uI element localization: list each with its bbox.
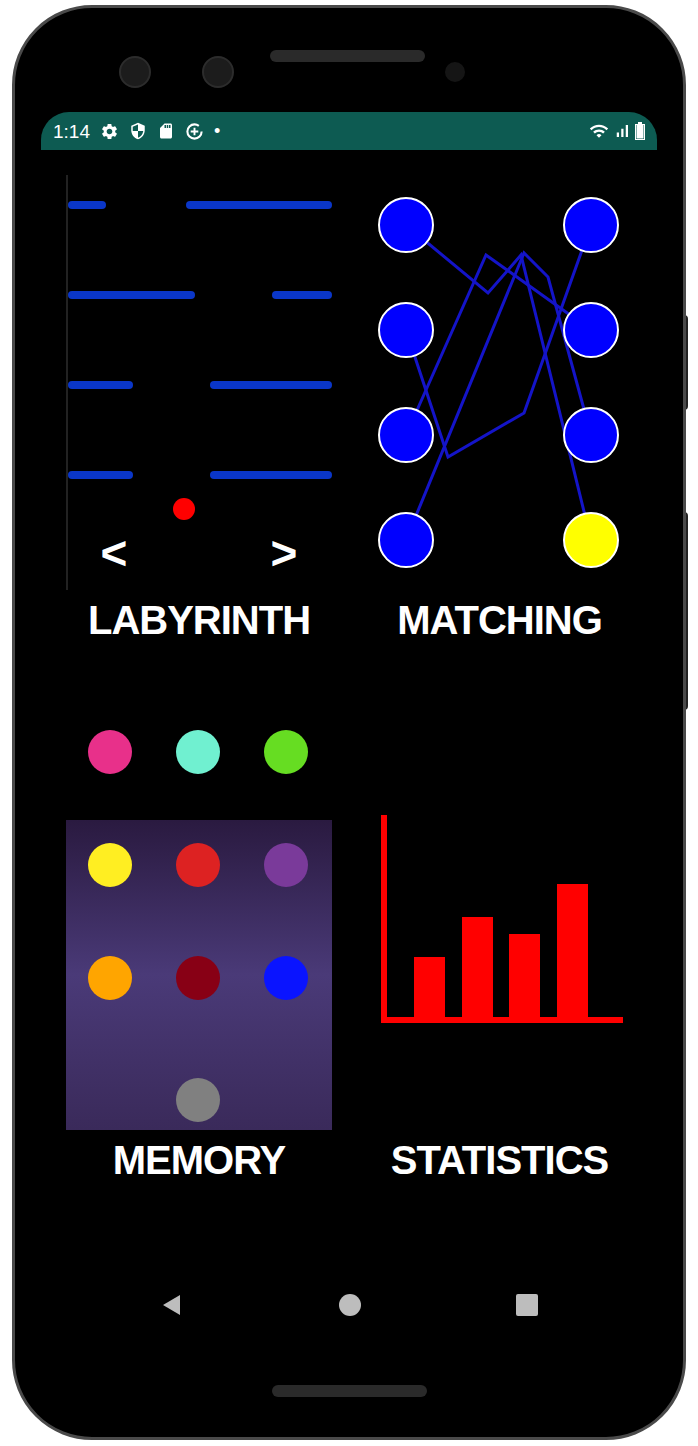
notification-dot: • bbox=[214, 122, 220, 140]
match-node[interactable] bbox=[564, 408, 618, 462]
tile-title: MEMORY bbox=[66, 1135, 332, 1185]
sd-card-icon bbox=[157, 122, 175, 140]
match-node[interactable] bbox=[379, 198, 433, 252]
match-node[interactable] bbox=[379, 513, 433, 567]
game-tile[interactable]: STATISTICS bbox=[376, 730, 657, 1185]
maze-wall bbox=[72, 381, 129, 389]
screen: 1:14•<>LABYRINTHMATCHINGMEMORYSTATISTICS bbox=[41, 112, 657, 1345]
maze-wall bbox=[72, 471, 129, 479]
home-icon[interactable] bbox=[339, 1294, 361, 1316]
game-tile[interactable]: <>LABYRINTH bbox=[66, 175, 351, 645]
chart-bar bbox=[414, 957, 445, 1017]
statistics-preview[interactable] bbox=[376, 730, 623, 1130]
chart-bar bbox=[557, 884, 588, 1017]
x-axis bbox=[381, 1017, 623, 1023]
match-line bbox=[406, 225, 591, 540]
maze-wall bbox=[190, 201, 328, 209]
memory-dot[interactable] bbox=[88, 843, 132, 887]
back-icon[interactable] bbox=[160, 1293, 184, 1317]
gear-icon bbox=[100, 122, 119, 141]
match-node[interactable] bbox=[564, 198, 618, 252]
speaker bbox=[270, 50, 425, 62]
shield-icon bbox=[129, 122, 147, 140]
maze-wall bbox=[276, 291, 328, 299]
phone: 1:14•<>LABYRINTHMATCHINGMEMORYSTATISTICS bbox=[12, 5, 686, 1440]
labyrinth-preview[interactable]: <> bbox=[66, 175, 332, 590]
matching-preview[interactable] bbox=[376, 195, 623, 570]
maze-wall bbox=[72, 291, 191, 299]
game-tile[interactable]: MEMORY bbox=[66, 730, 351, 1185]
memory-dot[interactable] bbox=[176, 956, 220, 1000]
nav-bar bbox=[41, 1265, 657, 1345]
memory-dot[interactable] bbox=[264, 730, 308, 774]
ball bbox=[173, 498, 195, 520]
memory-dot[interactable] bbox=[176, 730, 220, 774]
memory-dot[interactable] bbox=[88, 956, 132, 1000]
arrow-control[interactable]: > bbox=[271, 527, 298, 579]
tile-title: MATCHING bbox=[376, 595, 623, 645]
match-node[interactable] bbox=[564, 303, 618, 357]
arrow-control[interactable]: < bbox=[101, 527, 128, 579]
maze-wall bbox=[214, 381, 328, 389]
memory-dot[interactable] bbox=[176, 1078, 220, 1122]
memory-dot[interactable] bbox=[264, 956, 308, 1000]
camera-icon bbox=[202, 56, 234, 88]
maze-wall bbox=[72, 201, 102, 209]
chart-bar bbox=[509, 934, 540, 1017]
memory-preview[interactable] bbox=[66, 730, 332, 1130]
match-node[interactable] bbox=[564, 513, 618, 567]
match-line bbox=[406, 255, 591, 435]
chart-bar bbox=[462, 917, 493, 1017]
top-bezel bbox=[15, 8, 683, 112]
memory-dot[interactable] bbox=[264, 843, 308, 887]
match-node[interactable] bbox=[379, 303, 433, 357]
game-grid: <>LABYRINTHMATCHINGMEMORYSTATISTICS bbox=[41, 150, 657, 1265]
match-node[interactable] bbox=[379, 408, 433, 462]
y-axis bbox=[381, 815, 387, 1023]
status-bar: 1:14 • bbox=[41, 112, 657, 150]
data-saver-icon bbox=[185, 122, 204, 141]
signal-icon bbox=[613, 122, 631, 140]
tile-title: STATISTICS bbox=[376, 1135, 623, 1185]
memory-dot[interactable] bbox=[176, 843, 220, 887]
bottom-speaker bbox=[272, 1385, 427, 1397]
page: 1:14•<>LABYRINTHMATCHINGMEMORYSTATISTICS bbox=[0, 0, 698, 1446]
sensor-icon bbox=[445, 62, 465, 82]
recents-icon[interactable] bbox=[516, 1294, 538, 1316]
wifi-icon bbox=[589, 121, 609, 141]
battery-icon bbox=[635, 122, 645, 140]
maze-wall bbox=[214, 471, 328, 479]
camera-icon bbox=[119, 56, 151, 88]
clock: 1:14 bbox=[53, 122, 90, 141]
game-tile[interactable]: MATCHING bbox=[376, 175, 657, 645]
tile-title: LABYRINTH bbox=[66, 595, 332, 645]
memory-dot[interactable] bbox=[88, 730, 132, 774]
match-line bbox=[406, 225, 591, 457]
match-line bbox=[406, 253, 591, 540]
